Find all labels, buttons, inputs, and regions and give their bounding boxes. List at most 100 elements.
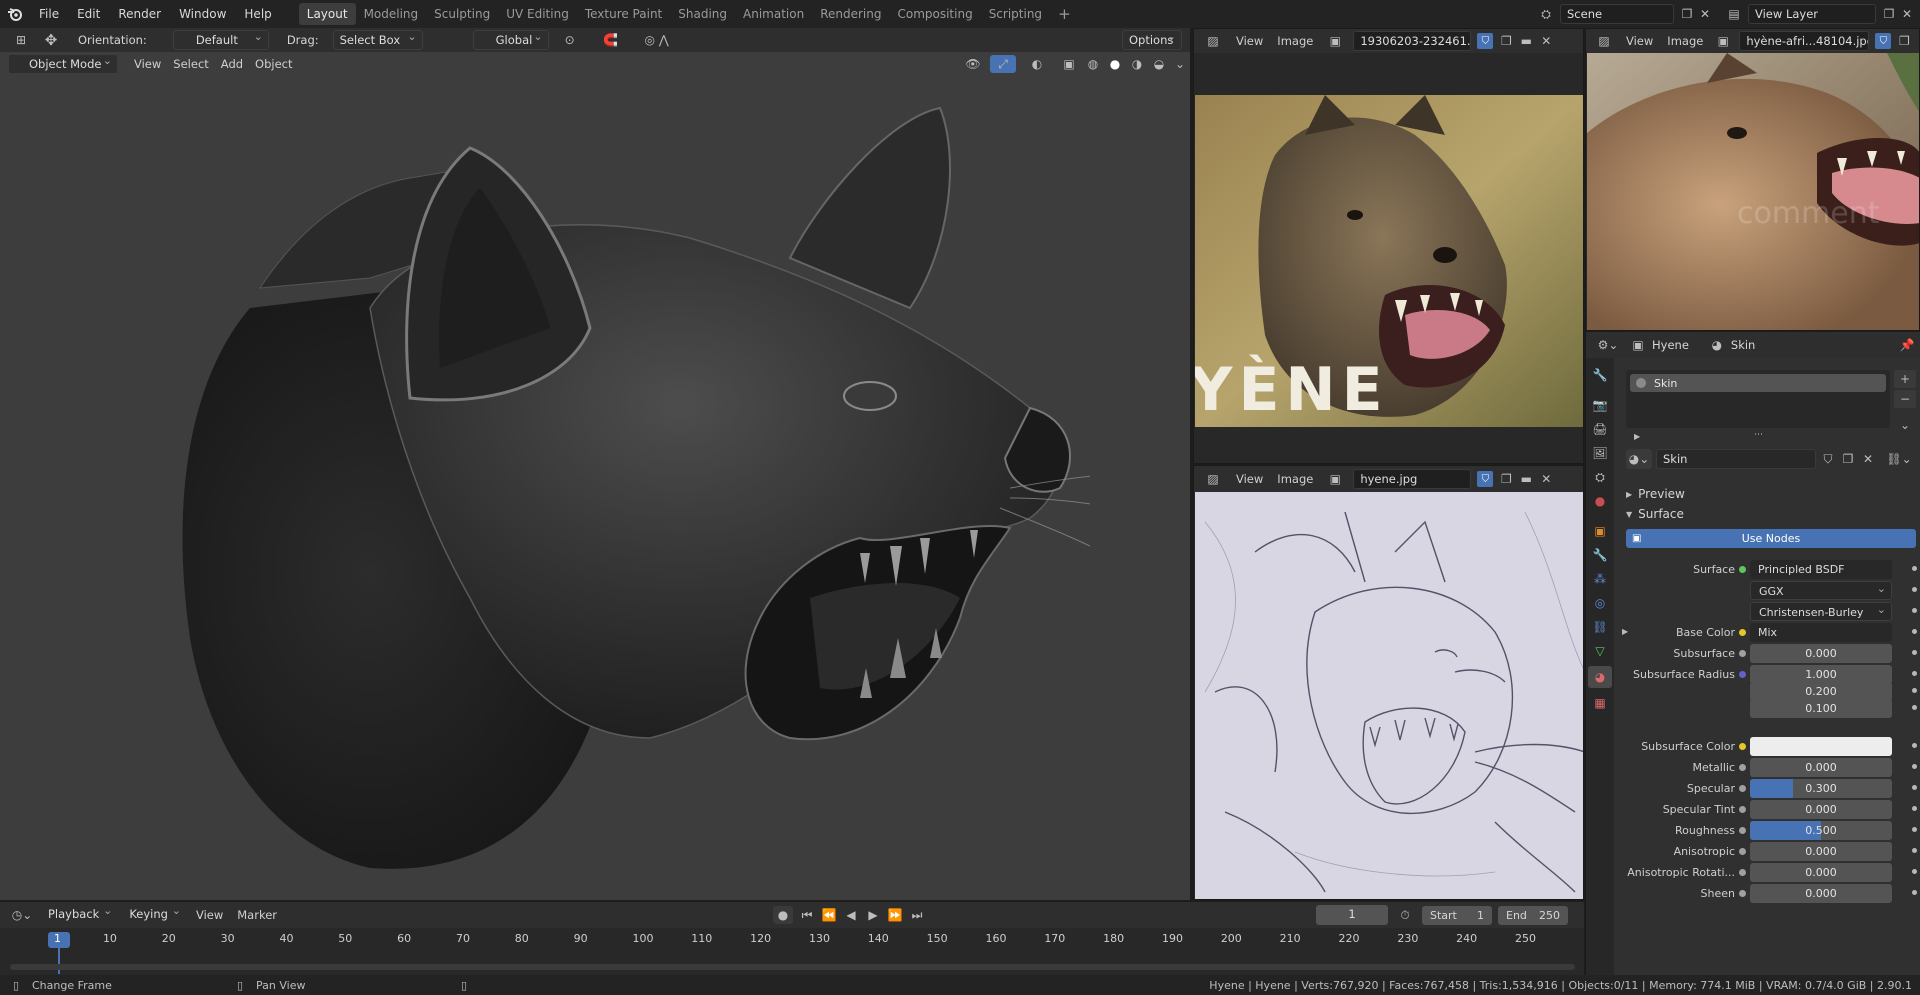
material-fake-user-icon[interactable]: ⛉ <box>1820 452 1836 467</box>
jump-keyframe-forward-icon[interactable]: ⏩ <box>887 908 903 922</box>
keyframe-dot-icon[interactable] <box>1912 869 1917 874</box>
new-image-icon[interactable]: ❐ <box>1499 472 1513 486</box>
image-editor-type-icon[interactable]: ▨ <box>1200 472 1226 486</box>
section-surface[interactable]: ▼ Surface <box>1626 504 1916 524</box>
add-workspace-button[interactable]: + <box>1050 3 1079 25</box>
physics-tab-icon[interactable]: ◎ <box>1595 594 1605 612</box>
modifier-tab-icon[interactable]: 🔧 <box>1593 546 1608 564</box>
timeline-menu-marker[interactable]: Marker <box>233 908 281 922</box>
wireframe-shading-icon[interactable]: ◍ <box>1084 57 1102 71</box>
socket-dot-icon[interactable] <box>1739 827 1746 834</box>
tab-uv-editing[interactable]: UV Editing <box>498 3 577 25</box>
material-duplicate-icon[interactable]: ❐ <box>1840 452 1856 466</box>
keyframe-dot-icon[interactable] <box>1912 890 1917 895</box>
render-tab-icon[interactable]: 📷 <box>1593 396 1608 414</box>
blender-logo-icon[interactable] <box>0 0 30 28</box>
image-editor-top[interactable]: ▨ View Image ▣ 19306203-232461... ⛉ ❐ ▬ … <box>1193 28 1584 464</box>
menu-window[interactable]: Window <box>170 0 235 28</box>
view-layer-field[interactable]: View Layer <box>1748 4 1876 24</box>
socket-dot-icon[interactable] <box>1739 785 1746 792</box>
socket-dot-icon[interactable] <box>1739 671 1746 678</box>
transform-orientation-dropdown[interactable]: Global <box>472 28 549 50</box>
visibility-icon[interactable]: 👁 <box>960 57 986 71</box>
material-name-field[interactable]: Skin <box>1656 449 1816 469</box>
drag-dropdown[interactable]: Select Box <box>332 28 423 50</box>
image-right-name-field[interactable]: hyène-afri...48104.jpg <box>1739 31 1870 51</box>
current-frame-field[interactable]: 1 <box>1316 905 1388 925</box>
play-reverse-icon[interactable]: ◀ <box>843 908 859 922</box>
keyframe-dot-icon[interactable] <box>1912 806 1917 811</box>
keyframe-dot-icon[interactable] <box>1912 785 1917 790</box>
image-bottom-name-field[interactable]: hyene.jpg <box>1353 469 1472 489</box>
record-icon[interactable]: ● <box>773 906 794 924</box>
scene-tab-icon[interactable]: ⛭ <box>1595 468 1605 486</box>
image-top-menu-image[interactable]: Image <box>1273 34 1317 48</box>
open-image-icon[interactable]: ▬ <box>1519 472 1533 486</box>
keyframe-dot-icon[interactable] <box>1912 705 1917 710</box>
image-right-menu-image[interactable]: Image <box>1663 34 1707 48</box>
jump-start-icon[interactable]: ⏮ <box>799 908 815 923</box>
texture-tab-icon[interactable]: ▦ <box>1594 694 1605 712</box>
menu-file[interactable]: File <box>30 0 68 28</box>
slot-specials-icon[interactable]: ⌄ <box>1894 416 1916 434</box>
output-tab-icon[interactable]: 🖨 <box>1592 420 1607 438</box>
socket-dot-icon[interactable] <box>1739 764 1746 771</box>
stopwatch-icon[interactable]: ⏱ <box>1394 908 1416 923</box>
keyframe-dot-icon[interactable] <box>1912 688 1917 693</box>
socket-dot-icon[interactable] <box>1739 650 1746 657</box>
scene-icon[interactable]: ⛭ <box>1532 7 1560 22</box>
mode-dropdown[interactable]: Object Mode <box>8 52 118 74</box>
rendered-shading-icon[interactable]: ◒ <box>1150 57 1168 71</box>
section-preview[interactable]: ▶ Preview <box>1626 484 1916 504</box>
pin-icon[interactable]: 📌 <box>1899 338 1915 352</box>
shading-options-icon[interactable]: ⌄ <box>1172 57 1188 71</box>
param-value-field[interactable]: 0.500 <box>1750 821 1892 840</box>
socket-dot-icon[interactable] <box>1739 566 1746 573</box>
viewport-menu-view[interactable]: View <box>130 57 165 71</box>
expand-input-icon[interactable]: ▶ <box>1622 627 1628 636</box>
tab-modeling[interactable]: Modeling <box>356 3 427 25</box>
image-browse-icon[interactable]: ▣ <box>1323 34 1347 48</box>
pivot-icon[interactable]: ⊙ <box>555 33 585 47</box>
image-bottom-menu-view[interactable]: View <box>1232 472 1267 486</box>
tab-animation[interactable]: Animation <box>735 3 812 25</box>
options-dropdown[interactable]: Options <box>1122 28 1182 50</box>
viewport-area[interactable]: ⊞ ✥ Orientation: Default Drag: Select Bo… <box>0 28 1192 900</box>
scene-field[interactable]: Scene <box>1560 4 1674 24</box>
image-right-menu-view[interactable]: View <box>1622 34 1657 48</box>
image-editor-right[interactable]: ▨ View Image ▣ hyène-afri...48104.jpg ⛉ … <box>1585 28 1920 331</box>
timeline-menu-view[interactable]: View <box>192 908 227 922</box>
timeline-editor-type-icon[interactable]: ◷⌄ <box>8 908 36 922</box>
world-tab-icon[interactable]: ● <box>1595 492 1605 510</box>
copy-scene-icon[interactable]: ❐ <box>1678 7 1696 21</box>
particles-tab-icon[interactable]: ⁂ <box>1594 570 1606 588</box>
use-nodes-button[interactable]: ▣ Use Nodes <box>1626 529 1916 548</box>
list-resize-handle-icon[interactable]: ⋯ <box>1754 430 1763 440</box>
remove-slot-icon[interactable]: − <box>1894 390 1916 408</box>
material-browse-icon[interactable]: ◕⌄ <box>1626 449 1652 469</box>
param-dropdown[interactable]: GGX <box>1750 581 1892 600</box>
tab-texture-paint[interactable]: Texture Paint <box>577 3 670 25</box>
socket-dot-icon[interactable] <box>1739 806 1746 813</box>
param-value-field[interactable]: 0.100 <box>1750 699 1892 718</box>
socket-dot-icon[interactable] <box>1739 629 1746 636</box>
param-color-swatch[interactable] <box>1750 737 1892 756</box>
socket-dot-icon[interactable] <box>1739 890 1746 897</box>
menu-render[interactable]: Render <box>109 0 170 28</box>
image-browse-icon[interactable]: ▣ <box>1713 34 1733 48</box>
param-value-field[interactable]: 0.000 <box>1750 758 1892 777</box>
menu-edit[interactable]: Edit <box>68 0 109 28</box>
remove-view-layer-icon[interactable]: ✕ <box>1898 7 1916 21</box>
tab-scripting[interactable]: Scripting <box>981 3 1050 25</box>
param-value-field[interactable]: 0.000 <box>1750 800 1892 819</box>
keyframe-dot-icon[interactable] <box>1912 608 1917 613</box>
material-slot-item[interactable]: Skin <box>1630 374 1886 392</box>
image-editor-bottom[interactable]: ▨ View Image ▣ hyene.jpg ⛉ ❐ ▬ ✕ <box>1193 465 1584 900</box>
param-value-field[interactable]: 0.000 <box>1750 842 1892 861</box>
keyframe-dot-icon[interactable] <box>1912 848 1917 853</box>
add-slot-icon[interactable]: + <box>1894 370 1916 388</box>
keyframe-dot-icon[interactable] <box>1912 650 1917 655</box>
menu-help[interactable]: Help <box>235 0 280 28</box>
properties-type-icon[interactable]: ⚙⌄ <box>1592 338 1624 352</box>
copy-view-layer-icon[interactable]: ❐ <box>1880 7 1898 21</box>
